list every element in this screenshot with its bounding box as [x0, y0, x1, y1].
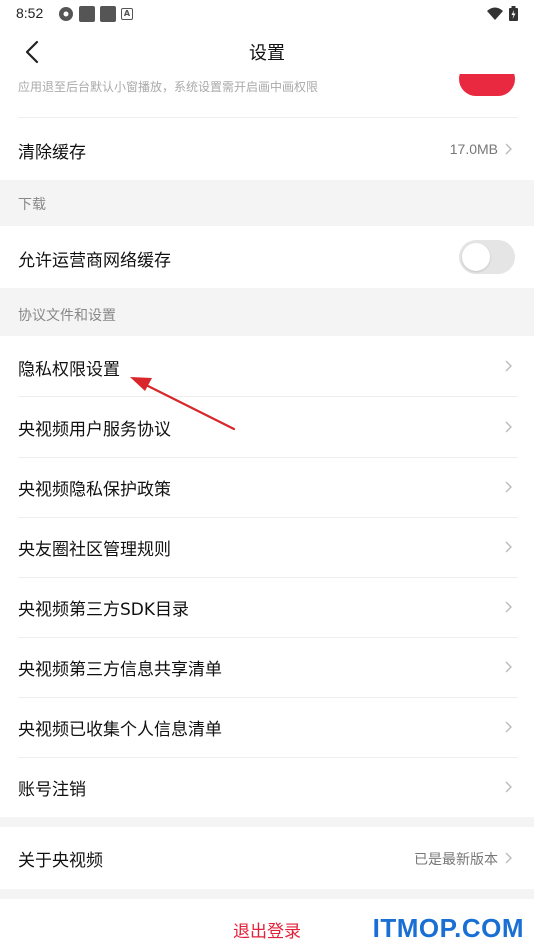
version-status: 已是最新版本 — [414, 851, 498, 867]
list-item-info-sharing[interactable]: 央视频第三方信息共享清单 — [0, 638, 534, 697]
list-item-label: 隐私权限设置 — [18, 360, 120, 380]
watermark: ITMOP.COM — [372, 913, 524, 943]
list-item-user-agreement[interactable]: 央视频用户服务协议 — [0, 397, 534, 457]
carrier-network-cache-toggle[interactable] — [459, 240, 515, 274]
chevron-right-icon — [505, 360, 512, 372]
carrier-network-cache-label: 允许运营商网络缓存 — [18, 251, 171, 271]
list-item-collected-info[interactable]: 央视频已收集个人信息清单 — [0, 698, 534, 757]
download-section-header: 下载 — [0, 180, 534, 226]
clear-cache-row[interactable]: 清除缓存 17.0MB — [0, 118, 534, 180]
list-item-label: 央友圈社区管理规则 — [18, 540, 171, 560]
chevron-right-icon — [505, 481, 512, 493]
status-bar: 8:52 A — [0, 0, 534, 28]
clear-cache-label: 清除缓存 — [18, 143, 86, 163]
section-gap — [0, 817, 534, 827]
chevron-right-icon — [505, 541, 512, 553]
list-item-label: 央视频第三方SDK目录 — [18, 600, 190, 620]
stop-icon — [79, 6, 95, 22]
list-item-label: 央视频隐私保护政策 — [18, 480, 171, 500]
stop-icon — [100, 6, 116, 22]
wifi-icon — [487, 7, 503, 20]
list-item-label: 央视频用户服务协议 — [18, 420, 171, 440]
chevron-right-icon — [505, 781, 512, 793]
list-item-delete-account[interactable]: 账号注销 — [0, 758, 534, 817]
status-time: 8:52 — [16, 5, 44, 21]
download-section-title: 下载 — [18, 197, 46, 213]
toggle-knob — [462, 243, 490, 271]
navigation-bar: 设置 — [0, 28, 534, 74]
pip-setting-row: 应用退至后台默认小窗播放，系统设置需开启画中画权限 — [0, 74, 534, 118]
cache-size-value: 17.0MB — [449, 141, 498, 157]
list-item-third-party-sdk[interactable]: 央视频第三方SDK目录 — [0, 578, 534, 637]
about-row[interactable]: 关于央视频 已是最新版本 — [0, 827, 534, 889]
chevron-right-icon — [505, 852, 512, 864]
list-item-privacy-policy[interactable]: 央视频隐私保护政策 — [0, 458, 534, 517]
pip-toggle[interactable] — [459, 74, 515, 96]
list-item-label: 央视频第三方信息共享清单 — [18, 660, 222, 680]
status-notification-icons: A — [58, 6, 133, 22]
agreements-section-title: 协议文件和设置 — [18, 308, 116, 324]
agreements-section-header: 协议文件和设置 — [0, 288, 534, 336]
status-system-icons — [487, 6, 518, 21]
chevron-right-icon — [505, 721, 512, 733]
pip-hint-text: 应用退至后台默认小窗播放，系统设置需开启画中画权限 — [18, 80, 319, 94]
battery-icon — [509, 6, 518, 21]
chevron-right-icon — [505, 601, 512, 613]
carrier-network-cache-row: 允许运营商网络缓存 — [0, 226, 534, 288]
page-title: 设置 — [249, 43, 285, 64]
section-gap — [0, 889, 534, 899]
chevron-right-icon — [505, 421, 512, 433]
settings-icon — [59, 7, 73, 21]
list-item-label: 央视频已收集个人信息清单 — [18, 720, 222, 740]
about-label: 关于央视频 — [18, 851, 103, 871]
list-item-label: 账号注销 — [18, 780, 86, 800]
list-item-privacy-settings[interactable]: 隐私权限设置 — [0, 336, 534, 396]
chevron-right-icon — [505, 661, 512, 673]
chevron-right-icon — [505, 143, 512, 155]
a-icon: A — [121, 8, 133, 20]
list-item-community-rules[interactable]: 央友圈社区管理规则 — [0, 518, 534, 577]
